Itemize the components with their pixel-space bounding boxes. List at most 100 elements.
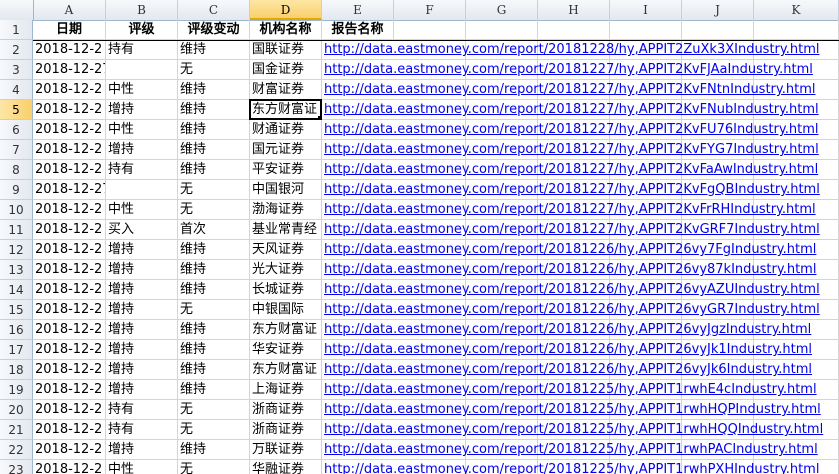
rating-cell[interactable]: 增持: [106, 280, 178, 300]
row-header[interactable]: 21: [0, 420, 33, 440]
header-institution[interactable]: 机构名称: [250, 20, 322, 40]
institution-cell[interactable]: 渤海证券: [250, 200, 322, 220]
rating-cell[interactable]: 中性: [106, 200, 178, 220]
report-link[interactable]: http://data.eastmoney.com/report/2018122…: [322, 120, 839, 140]
institution-cell[interactable]: 华安证券: [250, 340, 322, 360]
rating-change-cell[interactable]: 维持: [178, 120, 250, 140]
rating-change-cell[interactable]: 维持: [178, 100, 250, 120]
column-header-i[interactable]: I: [610, 0, 682, 20]
report-link[interactable]: http://data.eastmoney.com/report/2018122…: [322, 460, 839, 474]
date-cell[interactable]: 2018-12-2: [33, 200, 106, 220]
row-header[interactable]: 12: [0, 240, 33, 260]
rating-cell[interactable]: 增持: [106, 140, 178, 160]
institution-cell[interactable]: 中国银河: [250, 180, 322, 200]
rating-change-cell[interactable]: 维持: [178, 340, 250, 360]
institution-cell[interactable]: 国元证券: [250, 140, 322, 160]
rating-change-cell[interactable]: 维持: [178, 240, 250, 260]
report-link[interactable]: http://data.eastmoney.com/report/2018122…: [322, 100, 839, 120]
header-date[interactable]: 日期: [33, 20, 106, 40]
report-link[interactable]: http://data.eastmoney.com/report/2018122…: [322, 300, 839, 320]
row-header[interactable]: 3: [0, 60, 33, 80]
report-link[interactable]: http://data.eastmoney.com/report/2018122…: [322, 420, 839, 440]
rating-change-cell[interactable]: 维持: [178, 380, 250, 400]
report-link[interactable]: http://data.eastmoney.com/report/2018122…: [322, 240, 839, 260]
column-header-k[interactable]: K: [754, 0, 839, 20]
institution-cell[interactable]: 长城证券: [250, 280, 322, 300]
row-header[interactable]: 10: [0, 200, 33, 220]
date-cell[interactable]: 2018-12-27: [33, 180, 106, 200]
rating-cell[interactable]: [106, 60, 178, 80]
institution-cell[interactable]: 浙商证券: [250, 420, 322, 440]
rating-cell[interactable]: 增持: [106, 260, 178, 280]
rating-change-cell[interactable]: 维持: [178, 140, 250, 160]
date-cell[interactable]: 2018-12-2: [33, 320, 106, 340]
row-header[interactable]: 8: [0, 160, 33, 180]
row-header[interactable]: 16: [0, 320, 33, 340]
row-header[interactable]: 20: [0, 400, 33, 420]
report-link[interactable]: http://data.eastmoney.com/report/2018122…: [322, 40, 839, 60]
report-link[interactable]: http://data.eastmoney.com/report/2018122…: [322, 440, 839, 460]
institution-cell[interactable]: 东方财富证: [250, 320, 322, 340]
institution-cell[interactable]: 东方财富证: [250, 360, 322, 380]
report-link[interactable]: http://data.eastmoney.com/report/2018122…: [322, 380, 839, 400]
row-header[interactable]: 15: [0, 300, 33, 320]
rating-change-cell[interactable]: 无: [178, 420, 250, 440]
date-cell[interactable]: 2018-12-2: [33, 160, 106, 180]
rating-change-cell[interactable]: 无: [178, 300, 250, 320]
institution-cell[interactable]: 东方财富证: [250, 100, 322, 120]
column-header-h[interactable]: H: [538, 0, 610, 20]
report-link[interactable]: http://data.eastmoney.com/report/2018122…: [322, 340, 839, 360]
date-cell[interactable]: 2018-12-2: [33, 100, 106, 120]
column-header-g[interactable]: G: [466, 0, 538, 20]
row-header[interactable]: 23: [0, 460, 33, 474]
institution-cell[interactable]: 华融证券: [250, 460, 322, 474]
date-cell[interactable]: 2018-12-2: [33, 420, 106, 440]
institution-cell[interactable]: 国联证券: [250, 40, 322, 60]
date-cell[interactable]: 2018-12-2: [33, 240, 106, 260]
institution-cell[interactable]: 万联证券: [250, 440, 322, 460]
date-cell[interactable]: 2018-12-2: [33, 380, 106, 400]
rating-change-cell[interactable]: 无: [178, 60, 250, 80]
institution-cell[interactable]: 上海证券: [250, 380, 322, 400]
column-header-b[interactable]: B: [106, 0, 178, 20]
date-cell[interactable]: 2018-12-2: [33, 140, 106, 160]
row-header[interactable]: 14: [0, 280, 33, 300]
date-cell[interactable]: 2018-12-2: [33, 260, 106, 280]
rating-cell[interactable]: 增持: [106, 100, 178, 120]
report-link[interactable]: http://data.eastmoney.com/report/2018122…: [322, 260, 839, 280]
row-header[interactable]: 5: [0, 100, 33, 120]
rating-cell[interactable]: 增持: [106, 320, 178, 340]
institution-cell[interactable]: 国金证券: [250, 60, 322, 80]
rating-cell[interactable]: [106, 180, 178, 200]
date-cell[interactable]: 2018-12-2: [33, 40, 106, 60]
rating-change-cell[interactable]: 无: [178, 460, 250, 474]
report-link[interactable]: http://data.eastmoney.com/report/2018122…: [322, 280, 839, 300]
column-header-d[interactable]: D: [250, 0, 322, 20]
header-report-name[interactable]: 报告名称: [322, 20, 394, 40]
rating-change-cell[interactable]: 维持: [178, 320, 250, 340]
empty-cell[interactable]: [466, 20, 538, 40]
row-header[interactable]: 6: [0, 120, 33, 140]
header-rating[interactable]: 评级: [106, 20, 178, 40]
column-header-c[interactable]: C: [178, 0, 250, 20]
row-header[interactable]: 9: [0, 180, 33, 200]
date-cell[interactable]: 2018-12-2: [33, 340, 106, 360]
rating-cell[interactable]: 增持: [106, 360, 178, 380]
rating-cell[interactable]: 买入: [106, 220, 178, 240]
row-header[interactable]: 19: [0, 380, 33, 400]
institution-cell[interactable]: 基业常青经: [250, 220, 322, 240]
rating-cell[interactable]: 持有: [106, 400, 178, 420]
select-all-corner[interactable]: [0, 0, 34, 20]
date-cell[interactable]: 2018-12-2: [33, 440, 106, 460]
date-cell[interactable]: 2018-12-27: [33, 60, 106, 80]
rating-cell[interactable]: 中性: [106, 120, 178, 140]
report-link[interactable]: http://data.eastmoney.com/report/2018122…: [322, 160, 839, 180]
rating-cell[interactable]: 增持: [106, 340, 178, 360]
rating-change-cell[interactable]: 维持: [178, 160, 250, 180]
institution-cell[interactable]: 中银国际: [250, 300, 322, 320]
row-header[interactable]: 11: [0, 220, 33, 240]
empty-cell[interactable]: [754, 20, 839, 40]
institution-cell[interactable]: 平安证券: [250, 160, 322, 180]
row-header[interactable]: 22: [0, 440, 33, 460]
date-cell[interactable]: 2018-12-2: [33, 220, 106, 240]
